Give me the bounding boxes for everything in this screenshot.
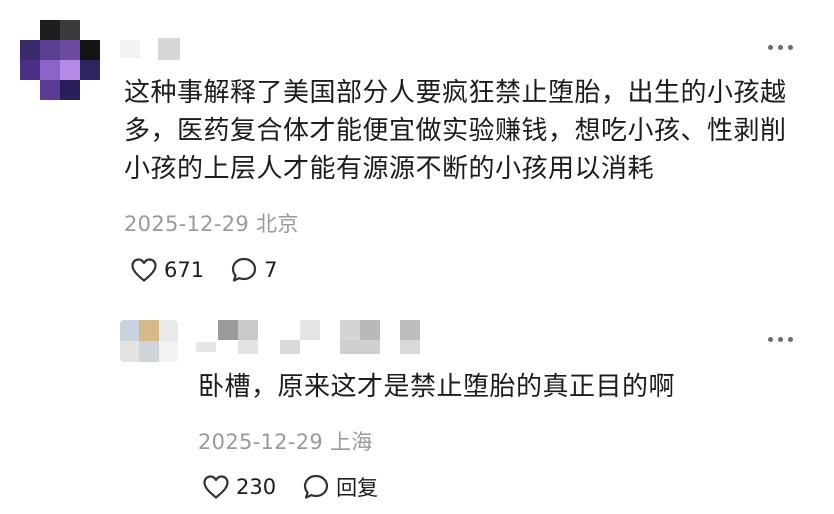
reply-location: 上海 — [330, 430, 373, 454]
more-dots-icon — [768, 45, 773, 50]
reply-username-blurred[interactable] — [196, 320, 426, 360]
reply-meta: 2025-12-29 上海 — [198, 426, 373, 456]
reply-avatar[interactable] — [120, 320, 178, 362]
reply-actions: 230 回复 — [202, 472, 378, 502]
comment-bubble-icon — [303, 474, 329, 499]
more-dots-icon — [768, 337, 773, 342]
heart-icon — [203, 475, 229, 499]
reply-date: 2025-12-29 — [198, 430, 324, 454]
reply-label: 回复 — [336, 476, 379, 500]
more-options-button[interactable] — [768, 336, 796, 344]
like-count: 230 — [236, 475, 277, 499]
reply-item: 卧槽，原来这才是禁止堕胎的真正目的啊 2025-12-29 上海 230 回复 — [0, 300, 834, 514]
comment-actions: 671 7 — [130, 256, 277, 284]
reply-button[interactable]: 回复 — [302, 472, 378, 502]
comment-location: 北京 — [256, 212, 299, 236]
more-options-button[interactable] — [768, 44, 796, 52]
comment-meta: 2025-12-29 北京 — [124, 208, 299, 238]
comment-item: 这种事解释了美国部分人要疯狂禁止堕胎，出生的小孩越多，医药复合体才能便宜做实验赚… — [0, 0, 834, 300]
avatar[interactable] — [20, 20, 100, 100]
comment-date: 2025-12-29 — [124, 212, 250, 236]
username-blurred[interactable] — [120, 38, 184, 60]
heart-icon — [131, 258, 157, 282]
avatar-mosaic — [20, 20, 100, 100]
avatar-mosaic — [120, 320, 178, 362]
comment-text: 这种事解释了美国部分人要疯狂禁止堕胎，出生的小孩越多，医药复合体才能便宜做实验赚… — [124, 78, 787, 184]
reply-count-button[interactable]: 7 — [230, 256, 277, 284]
like-count: 671 — [164, 258, 205, 282]
like-button[interactable]: 671 — [130, 257, 204, 283]
like-button[interactable]: 230 — [202, 474, 276, 500]
reply-count: 7 — [264, 258, 278, 282]
comment-bubble-icon — [231, 257, 257, 282]
reply-text: 卧槽，原来这才是禁止堕胎的真正目的啊 — [198, 372, 676, 402]
